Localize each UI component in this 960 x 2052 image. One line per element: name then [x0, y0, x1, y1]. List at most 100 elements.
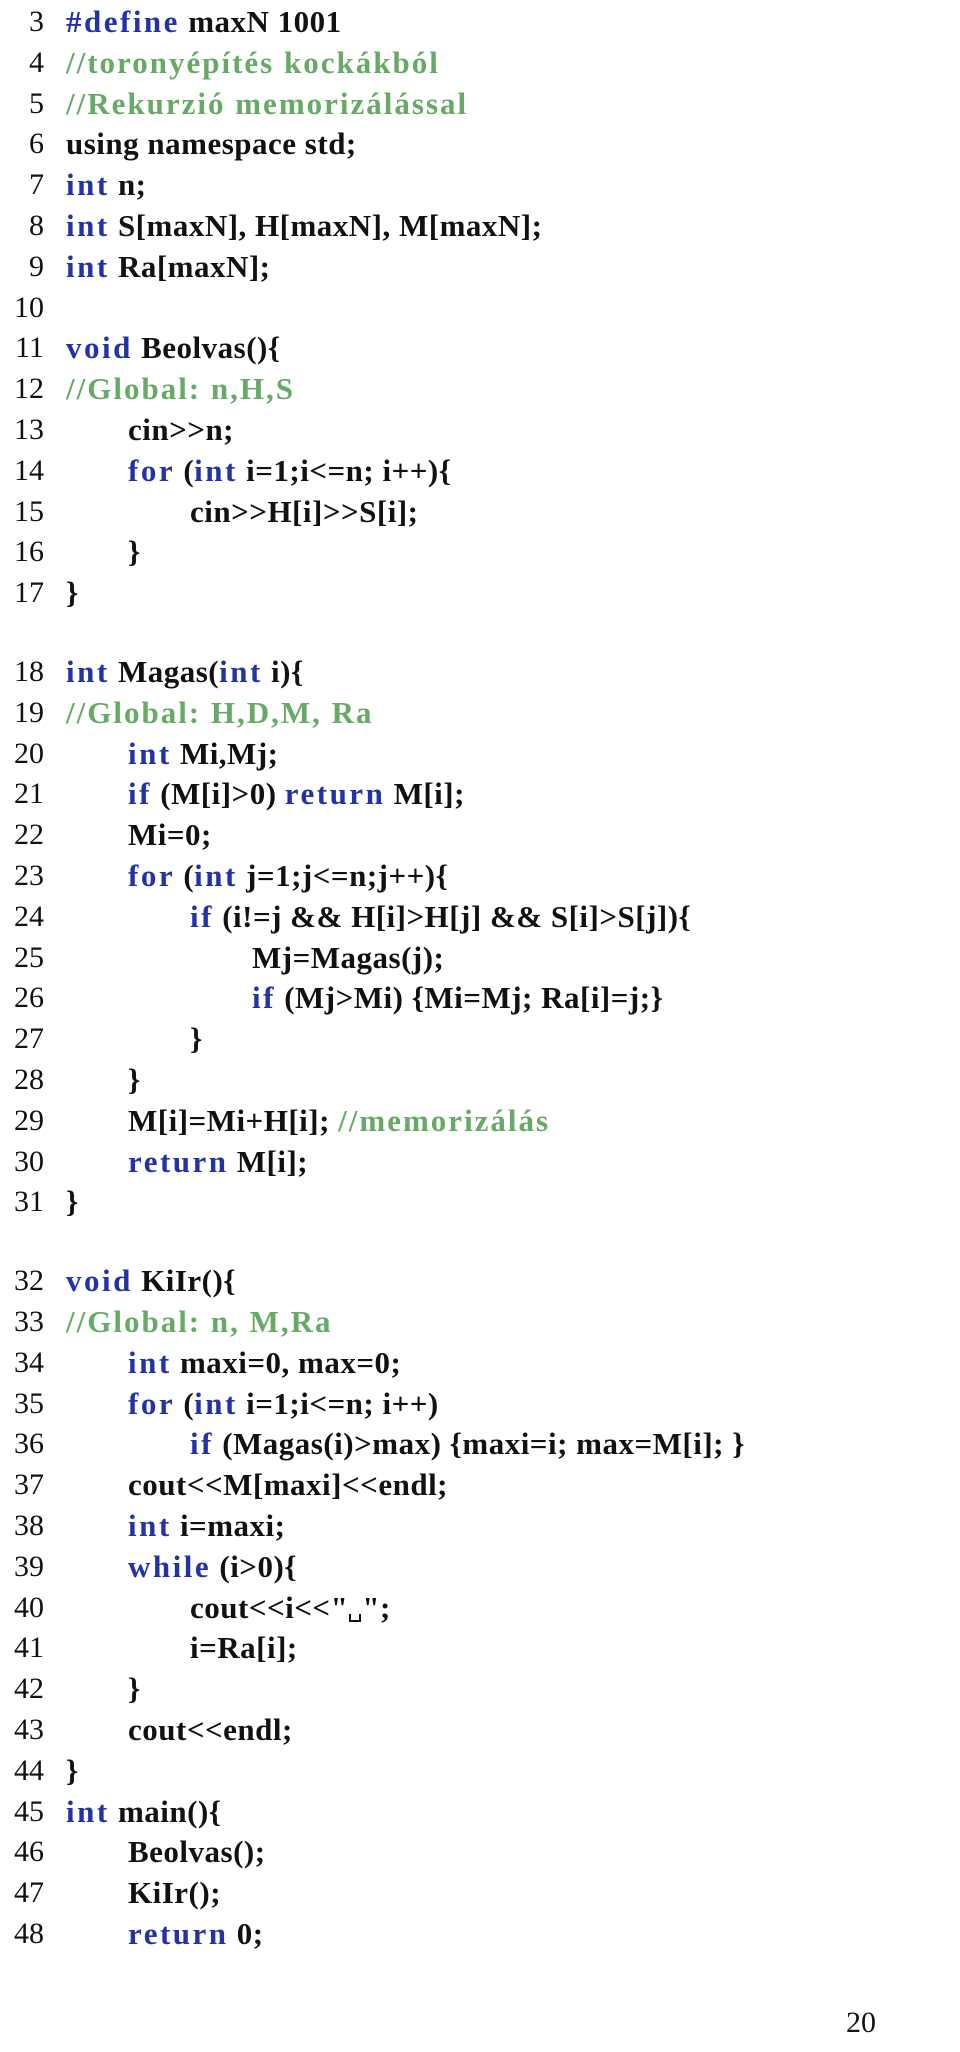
code-text: cout<<endl; [128, 1709, 293, 1750]
keyword: int [66, 167, 110, 203]
comment: //memorizálás [338, 1102, 551, 1138]
code-text: if (Magas(i)>max) {maxi=i; max=M[i]; } [190, 1423, 745, 1464]
code-token: i=maxi; [171, 1508, 286, 1543]
code-token: cout<<endl; [128, 1712, 293, 1747]
code-text: int Ra[maxN]; [66, 246, 271, 287]
code-text: } [66, 1750, 79, 1791]
code-token: KiIr(); [128, 1875, 222, 1911]
line-number: 47 [14, 1876, 44, 1910]
keyword: int [219, 654, 263, 689]
code-text: Mj=Magas(j); [252, 937, 444, 978]
code-token: i=1;i<=n; i++) [237, 1385, 439, 1421]
line-number: 36 [14, 1427, 44, 1461]
keyword: return [128, 1916, 229, 1951]
keyword: if [252, 980, 276, 1016]
code-token: (M[i]>0) [151, 776, 285, 812]
keyword: int [194, 452, 238, 488]
code-token: M[i]=Mi+H[i]; [128, 1102, 339, 1138]
comment: //toronyépítés kockákból [66, 44, 440, 80]
code-text: int maxi=0, max=0; [128, 1342, 401, 1383]
code-text: void KiIr(){ [66, 1260, 236, 1301]
code-token: } [66, 1184, 79, 1220]
keyword: #define [66, 4, 180, 39]
code-token: (i!=j && H[i]>H[j] && S[i]>S[j]){ [213, 898, 692, 934]
code-text: int S[maxN], H[maxN], M[maxN]; [66, 205, 542, 246]
code-token: } [66, 575, 79, 611]
page-number: 20 [846, 2006, 876, 2039]
line-number: 17 [14, 576, 44, 610]
code-token: } [128, 534, 141, 570]
code-text: cout<<i<<" "; [190, 1587, 391, 1628]
code-text: return M[i]; [128, 1141, 308, 1182]
code-token: (Magas(i)>max) {maxi=i; max=M[i]; } [213, 1426, 745, 1462]
keyword: int [128, 735, 172, 771]
keyword: int [66, 654, 110, 689]
code-token: (i>0){ [211, 1548, 298, 1584]
line-number: 4 [29, 45, 44, 79]
code-text: KiIr(); [128, 1872, 221, 1913]
line-number: 7 [29, 168, 44, 202]
code-text: if (i!=j && H[i]>H[j] && S[i]>S[j]){ [190, 896, 691, 937]
code-text: for (int j=1;j<=n;j++){ [128, 855, 448, 896]
code-token: ( [175, 858, 195, 893]
line-number: 39 [14, 1549, 44, 1583]
code-token: Mj=Magas(j); [252, 939, 445, 975]
line-number: 21 [14, 777, 44, 811]
line-number: 18 [14, 655, 44, 688]
line-number: 9 [29, 249, 44, 283]
keyword: if [190, 1426, 214, 1462]
keyword: if [190, 898, 214, 934]
line-number: 33 [14, 1305, 44, 1338]
code-token: } [190, 1021, 203, 1057]
code-token: i=1;i<=n; i++){ [237, 452, 452, 488]
code-token: i=Ra[i]; [190, 1630, 298, 1666]
line-number: 10 [14, 290, 44, 324]
line-number: 23 [14, 859, 44, 892]
code-text: //toronyépítés kockákból [66, 42, 440, 83]
code-text: } [128, 531, 141, 572]
line-number: 46 [14, 1835, 44, 1869]
code-text: } [190, 1018, 203, 1059]
code-text: void Beolvas(){ [66, 327, 281, 368]
code-token: j=1;j<=n;j++){ [237, 858, 449, 893]
code-text: //Global: n,H,S [66, 368, 295, 409]
line-number: 44 [14, 1753, 44, 1787]
keyword: int [66, 1793, 110, 1829]
code-token: 0; [228, 1916, 264, 1951]
line-number: 28 [14, 1063, 44, 1096]
code-text: #define maxN 1001 [66, 1, 342, 42]
comment: //Global: H,D,M, Ra [66, 694, 374, 730]
keyword: while [128, 1548, 212, 1584]
code-token: maxi=0, max=0; [171, 1344, 402, 1380]
code-text: if (M[i]>0) return M[i]; [128, 773, 465, 814]
line-number: 24 [14, 899, 44, 933]
line-number: 5 [29, 86, 44, 120]
code-token: i){ [262, 654, 304, 689]
line-number: 12 [14, 372, 44, 406]
line-number: 22 [14, 818, 44, 852]
code-text: //Global: H,D,M, Ra [66, 692, 374, 733]
code-text: } [128, 1059, 141, 1100]
keyword: int [66, 208, 110, 243]
code-text: i=Ra[i]; [190, 1627, 298, 1668]
line-number: 15 [14, 494, 44, 528]
code-text: int Mi,Mj; [128, 733, 278, 774]
visible-space-glyph [349, 1613, 362, 1622]
code-text: Mi=0; [128, 814, 212, 855]
line-number: 16 [14, 535, 44, 569]
line-number: 25 [14, 940, 44, 974]
code-token: Ra[maxN]; [109, 248, 271, 284]
code-text: for (int i=1;i<=n; i++) [128, 1383, 439, 1424]
line-number: 34 [14, 1345, 44, 1379]
code-token: Mi,Mj; [171, 735, 279, 771]
keyword: int [66, 248, 110, 284]
code-token: M[i]; [385, 776, 465, 812]
comment: //Global: n, M,Ra [66, 1304, 333, 1339]
code-token: } [128, 1671, 141, 1707]
keyword: for [128, 858, 176, 893]
code-token: cin>>n; [128, 412, 235, 447]
line-number: 45 [14, 1794, 44, 1828]
code-text: return 0; [128, 1913, 264, 1954]
code-text: if (Mj>Mi) {Mi=Mj; Ra[i]=j;} [252, 977, 663, 1018]
line-number: 27 [14, 1022, 44, 1056]
